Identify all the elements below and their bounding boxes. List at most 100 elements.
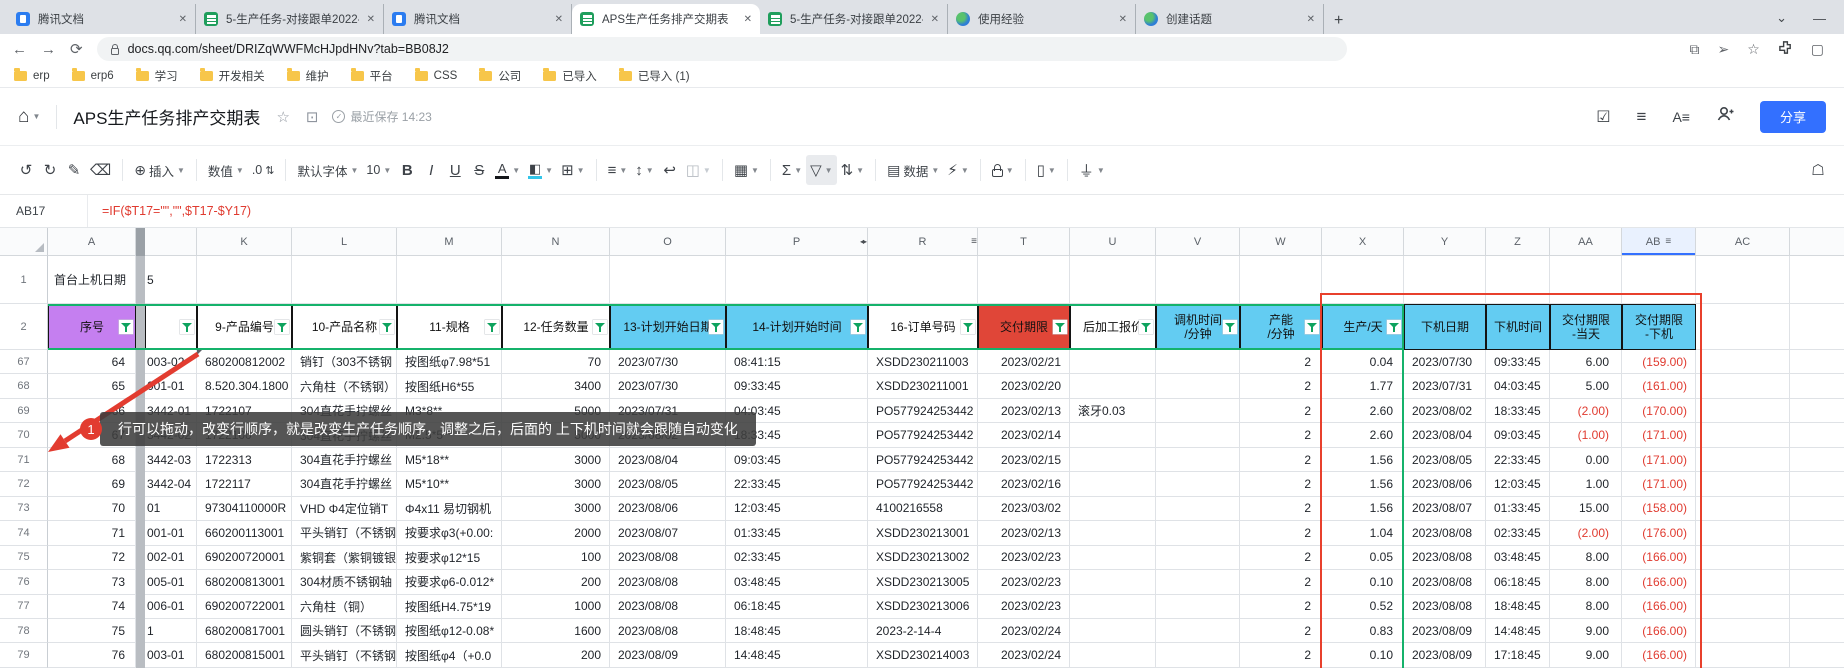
cell-U71[interactable] xyxy=(1070,448,1156,472)
cell-X70[interactable]: 2.60 xyxy=(1322,423,1404,447)
star-doc-icon[interactable]: ☆ xyxy=(276,108,289,126)
cell-AC76[interactable] xyxy=(1696,570,1790,594)
cell-L72[interactable]: 304直花手拧螺丝 xyxy=(292,472,397,496)
filter-button[interactable] xyxy=(119,320,133,334)
cell-V77[interactable] xyxy=(1156,595,1240,619)
cell-W75[interactable]: 2 xyxy=(1240,546,1322,570)
row-header-75[interactable]: 75 xyxy=(0,546,48,570)
cell-O68[interactable]: 2023/07/30 xyxy=(610,374,726,398)
cell-R73[interactable]: 4100216558 xyxy=(868,497,978,521)
bookmark-item[interactable]: 开发相关 xyxy=(200,68,265,84)
filter-button[interactable] xyxy=(380,320,394,334)
cell-M71[interactable]: M5*18** xyxy=(397,448,502,472)
cell-AB77[interactable]: (166.00) xyxy=(1622,595,1696,619)
cell-J68[interactable]: 001-01 xyxy=(145,374,197,398)
cell-T74[interactable]: 2023/02/13 xyxy=(978,521,1070,545)
bookmark-item[interactable]: erp6 xyxy=(72,70,114,82)
cell-AB74[interactable]: (176.00) xyxy=(1622,521,1696,545)
share-page-icon[interactable]: ➢ xyxy=(1717,41,1729,58)
cell-J71[interactable]: 3442-03 xyxy=(145,448,197,472)
filter-button[interactable] xyxy=(851,320,865,334)
header-cell-X[interactable]: 生产/天 xyxy=(1322,304,1404,350)
cell-T71[interactable]: 2023/02/15 xyxy=(978,448,1070,472)
row-header-74[interactable]: 74 xyxy=(0,521,48,545)
cell-M74[interactable]: 按要求φ3(+0.00: xyxy=(397,521,502,545)
cell-Z76[interactable]: 06:18:45 xyxy=(1486,570,1550,594)
cell-Y76[interactable]: 2023/08/08 xyxy=(1404,570,1486,594)
cell-N74[interactable]: 2000 xyxy=(502,521,610,545)
browser-tab[interactable]: 5-生产任务-对接跟单2022-11✕ xyxy=(760,4,948,34)
header-cell-U[interactable]: 后加工报价 xyxy=(1070,304,1156,350)
home-icon[interactable]: ⌂ xyxy=(18,106,29,128)
row-header-67[interactable]: 67 xyxy=(0,350,48,374)
stamp-icon[interactable]: ☖ xyxy=(1806,155,1830,185)
header-cell-Z[interactable]: 下机时间 xyxy=(1486,304,1550,350)
row-header-73[interactable]: 73 xyxy=(0,497,48,521)
cell-P68[interactable]: 09:33:45 xyxy=(726,374,868,398)
column-header-N[interactable]: N xyxy=(502,228,610,256)
cell-O67[interactable]: 2023/07/30 xyxy=(610,350,726,374)
header-cell-W[interactable]: 产能 /分钟 xyxy=(1240,304,1322,350)
cell-J72[interactable]: 3442-04 xyxy=(145,472,197,496)
cell-M79[interactable]: 按图纸φ4（+0.0 xyxy=(397,643,502,667)
back-icon[interactable]: ← xyxy=(12,41,27,58)
decimal-places-button[interactable]: .0⇅ xyxy=(248,155,279,185)
cell-A74[interactable]: 71 xyxy=(48,521,136,545)
merge-cells-icon[interactable]: ◫▼ xyxy=(682,155,715,185)
cell-K78[interactable]: 680200817001 xyxy=(197,619,292,643)
row-header-72[interactable]: 72 xyxy=(0,472,48,496)
cell-O71[interactable]: 2023/08/04 xyxy=(610,448,726,472)
cell-L1[interactable] xyxy=(292,256,397,304)
cell-M78[interactable]: 按图纸φ12-0.08* xyxy=(397,619,502,643)
cell-A68[interactable]: 65 xyxy=(48,374,136,398)
cell-AB1[interactable] xyxy=(1622,256,1696,304)
number-format-button[interactable]: 数值▼ xyxy=(204,155,248,185)
cell-W74[interactable]: 2 xyxy=(1240,521,1322,545)
cell-AB79[interactable]: (166.00) xyxy=(1622,643,1696,667)
cell-A67[interactable]: 64 xyxy=(48,350,136,374)
cell-T75[interactable]: 2023/02/23 xyxy=(978,546,1070,570)
cell-Z69[interactable]: 18:33:45 xyxy=(1486,399,1550,423)
cell-O72[interactable]: 2023/08/05 xyxy=(610,472,726,496)
cell-K73[interactable]: 97304110000R xyxy=(197,497,292,521)
cell-R68[interactable]: XSDD230211001 xyxy=(868,374,978,398)
tab-close-icon[interactable]: ✕ xyxy=(367,14,375,25)
cell-U78[interactable] xyxy=(1070,619,1156,643)
cell-U73[interactable] xyxy=(1070,497,1156,521)
browser-tab[interactable]: 5-生产任务-对接跟单2022-11✕ xyxy=(196,4,384,34)
cell-P71[interactable]: 09:03:45 xyxy=(726,448,868,472)
cell-AA73[interactable]: 15.00 xyxy=(1550,497,1622,521)
cell-AB75[interactable]: (166.00) xyxy=(1622,546,1696,570)
cell-Y73[interactable]: 2023/08/07 xyxy=(1404,497,1486,521)
forward-icon[interactable]: → xyxy=(41,41,56,58)
cell-R77[interactable]: XSDD230213006 xyxy=(868,595,978,619)
cell-V71[interactable] xyxy=(1156,448,1240,472)
cell-AC71[interactable] xyxy=(1696,448,1790,472)
cell-A73[interactable]: 70 xyxy=(48,497,136,521)
column-header-M[interactable]: M xyxy=(397,228,502,256)
cell-A78[interactable]: 75 xyxy=(48,619,136,643)
text-wrap-icon[interactable]: ↩ xyxy=(658,155,682,185)
header-cell-T[interactable]: 交付期限 xyxy=(978,304,1070,350)
cell-AB78[interactable]: (166.00) xyxy=(1622,619,1696,643)
cell-W78[interactable]: 2 xyxy=(1240,619,1322,643)
cell-K68[interactable]: 8.520.304.1800 xyxy=(197,374,292,398)
share-button[interactable]: 分享 xyxy=(1760,101,1826,133)
underline-icon[interactable]: U xyxy=(443,155,467,185)
cell-J1[interactable]: 5 xyxy=(145,256,197,304)
cell-P75[interactable]: 02:33:45 xyxy=(726,546,868,570)
cell-Z74[interactable]: 02:33:45 xyxy=(1486,521,1550,545)
cell-W71[interactable]: 2 xyxy=(1240,448,1322,472)
sum-icon[interactable]: Σ▼ xyxy=(778,155,806,185)
filter-button[interactable] xyxy=(485,320,499,334)
tab-close-icon[interactable]: ✕ xyxy=(931,14,939,25)
header-cell-M[interactable]: 11-规格 xyxy=(397,304,502,350)
cell-M75[interactable]: 按要求φ12*15 xyxy=(397,546,502,570)
cell-U79[interactable] xyxy=(1070,643,1156,667)
cell-N78[interactable]: 1600 xyxy=(502,619,610,643)
cell-Z75[interactable]: 03:48:45 xyxy=(1486,546,1550,570)
cell-L79[interactable]: 平头销钉（不锈钢 xyxy=(292,643,397,667)
cell-R75[interactable]: XSDD230213002 xyxy=(868,546,978,570)
cell-R79[interactable]: XSDD230214003 xyxy=(868,643,978,667)
cell-AA70[interactable]: (1.00) xyxy=(1550,423,1622,447)
